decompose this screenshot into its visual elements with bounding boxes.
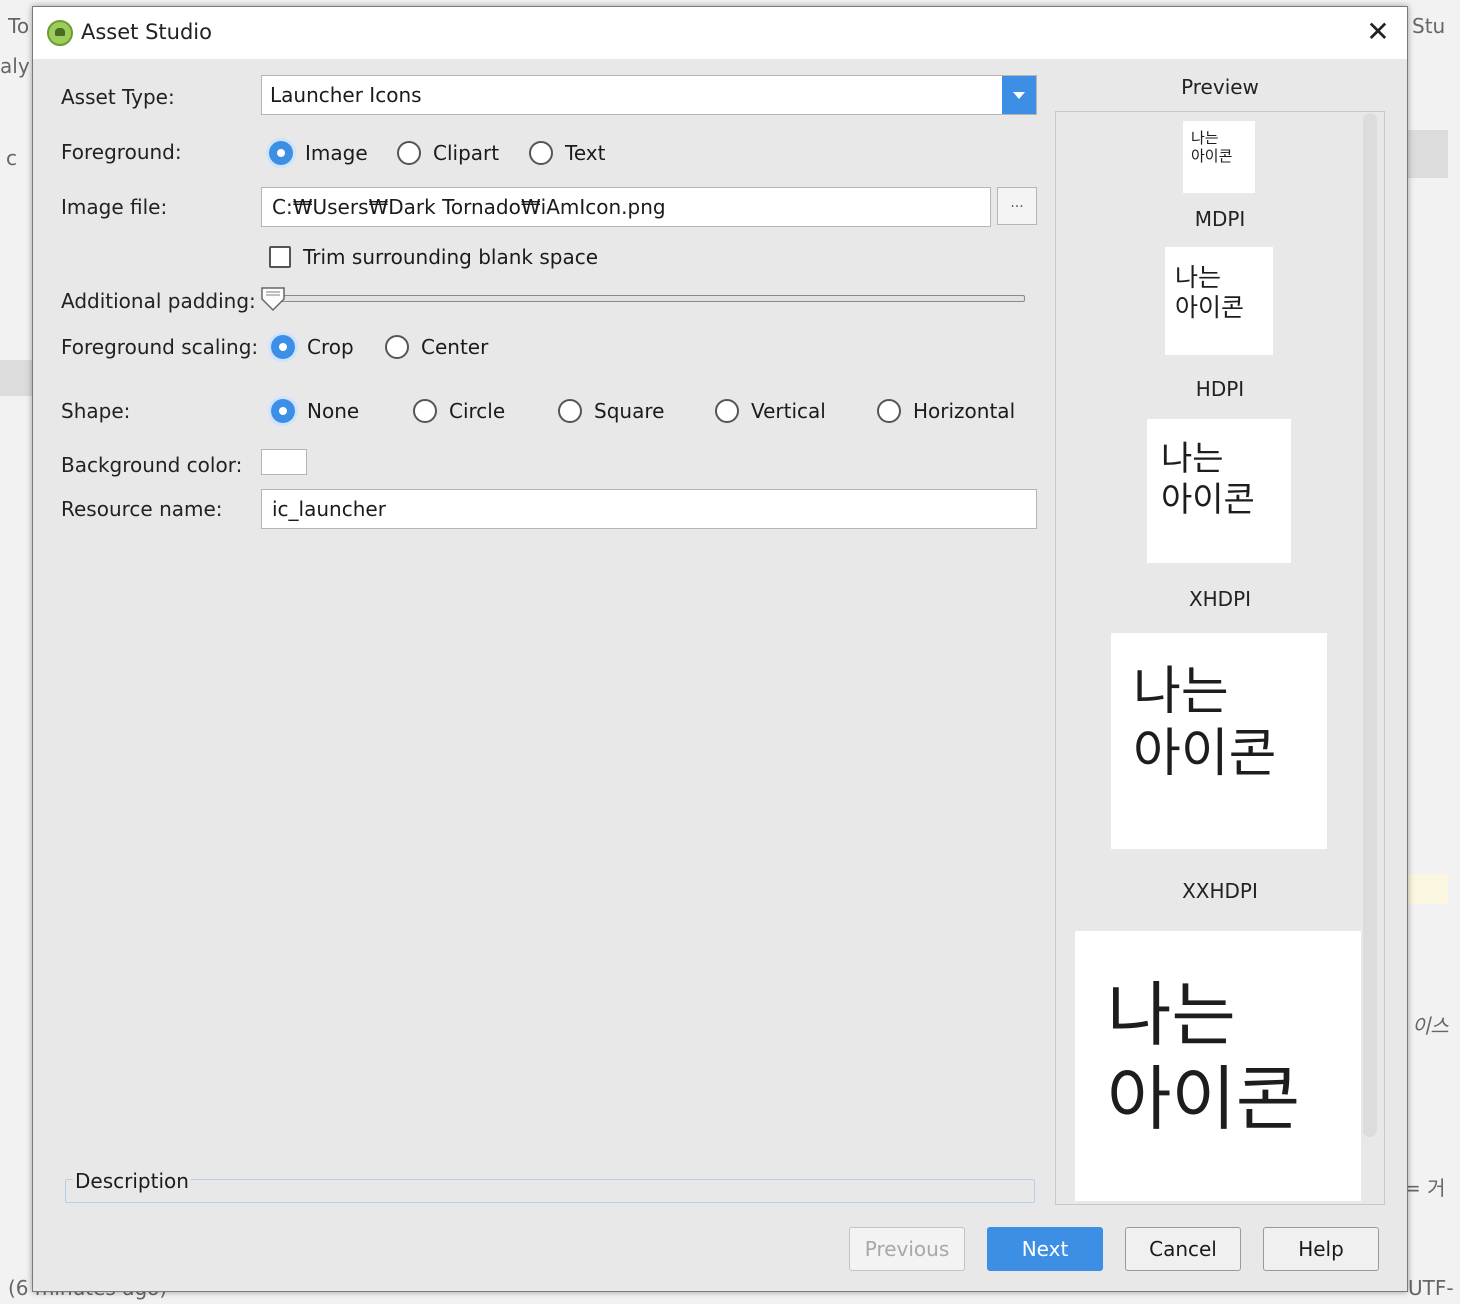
radio-label: Horizontal [913, 399, 1016, 423]
icon-text-line1: 나는 [1133, 662, 1229, 722]
scaling-label: Foreground scaling: [61, 335, 259, 359]
icon-preview-xxhdpi: 나는 아이콘 [1111, 633, 1327, 849]
close-icon[interactable]: ✕ [1361, 15, 1395, 49]
shape-none-radio[interactable]: None [271, 399, 359, 423]
density-label-xhdpi: XHDPI [1188, 587, 1252, 611]
radio-unchecked-icon [529, 141, 553, 165]
ide-text: 이스 [1412, 1014, 1449, 1038]
image-file-label: Image file: [61, 195, 168, 219]
icon-text-line1: 나는 [1175, 263, 1222, 292]
resource-name-input[interactable]: ic_launcher [261, 489, 1037, 529]
shape-circle-radio[interactable]: Circle [413, 399, 505, 423]
ide-text: c [6, 146, 17, 170]
preview-scrollbar[interactable] [1363, 113, 1377, 1137]
icon-text-line1: 나는 [1191, 129, 1219, 147]
ide-menu-text: To [8, 14, 30, 38]
asset-type-label: Asset Type: [61, 85, 175, 109]
foreground-label: Foreground: [61, 140, 182, 164]
asset-studio-dialog: Asset Studio ✕ Asset Type: Launcher Icon… [32, 6, 1408, 1292]
android-studio-icon [47, 20, 73, 46]
icon-preview-mdpi: 나는 아이콘 [1183, 121, 1255, 193]
foreground-text-radio[interactable]: Text [529, 141, 605, 165]
ide-highlight [1406, 874, 1448, 904]
radio-unchecked-icon [877, 399, 901, 423]
icon-preview-hdpi: 나는 아이콘 [1165, 247, 1273, 355]
help-button[interactable]: Help [1263, 1227, 1379, 1271]
trim-label: Trim surrounding blank space [303, 245, 599, 269]
icon-text-line2: 아이콘 [1107, 1058, 1301, 1140]
cancel-button[interactable]: Cancel [1125, 1227, 1241, 1271]
scaling-center-radio[interactable]: Center [385, 335, 488, 359]
ide-status-encoding: UTF- [1408, 1276, 1454, 1300]
radio-unchecked-icon [413, 399, 437, 423]
trim-checkbox[interactable]: Trim surrounding blank space [269, 245, 598, 269]
icon-text-line2: 아이콘 [1133, 724, 1277, 785]
asset-type-value: Launcher Icons [270, 83, 422, 107]
radio-label: Circle [449, 399, 506, 423]
padding-slider-track[interactable] [273, 295, 1025, 302]
dialog-title: Asset Studio [81, 20, 212, 44]
radio-unchecked-icon [397, 141, 421, 165]
radio-label: Image [305, 141, 368, 165]
ide-menu-text: Stu [1412, 14, 1446, 38]
next-button-label: Next [1021, 1237, 1069, 1261]
radio-checked-icon [271, 399, 295, 423]
description-title: Description [73, 1169, 191, 1193]
ide-text: aly [0, 54, 30, 78]
scaling-crop-radio[interactable]: Crop [271, 335, 354, 359]
next-button[interactable]: Next [987, 1227, 1103, 1271]
ide-sidebar-item [0, 360, 32, 396]
preview-title: Preview [1181, 75, 1259, 99]
image-file-input[interactable]: C:₩Users₩Dark Tornado₩iAmIcon.png [261, 187, 991, 227]
icon-preview-xxxhdpi: 나는 아이콘 [1075, 931, 1361, 1201]
foreground-clipart-radio[interactable]: Clipart [397, 141, 499, 165]
bg-color-label: Background color: [61, 453, 243, 477]
icon-text-line2: 아이콘 [1161, 479, 1255, 520]
dialog-titlebar: Asset Studio ✕ [33, 7, 1407, 59]
icon-text-line2: 아이콘 [1175, 293, 1245, 322]
icon-text-line1: 나는 [1161, 439, 1224, 479]
icon-preview-xhdpi: 나는 아이콘 [1147, 419, 1291, 563]
padding-label: Additional padding: [61, 289, 256, 313]
radio-unchecked-icon [385, 335, 409, 359]
density-label-xxhdpi: XXHDPI [1182, 879, 1258, 903]
chevron-down-icon[interactable] [1002, 76, 1036, 114]
radio-label: Square [594, 399, 665, 423]
icon-text-line2: 아이콘 [1191, 147, 1233, 165]
radio-label: Vertical [751, 399, 826, 423]
density-label-mdpi: MDPI [1194, 207, 1246, 231]
shape-label: Shape: [61, 399, 131, 423]
icon-text-line1: 나는 [1107, 974, 1236, 1056]
radio-unchecked-icon [558, 399, 582, 423]
bg-color-swatch[interactable] [261, 449, 307, 475]
ide-text: = 거 [1404, 1176, 1446, 1200]
foreground-image-radio[interactable]: Image [269, 141, 368, 165]
radio-checked-icon [271, 335, 295, 359]
radio-checked-icon [269, 141, 293, 165]
previous-button[interactable]: Previous [849, 1227, 965, 1271]
radio-label: Clipart [433, 141, 500, 165]
radio-label: Crop [307, 335, 354, 359]
asset-type-select[interactable]: Launcher Icons [261, 75, 1037, 115]
description-panel [65, 1179, 1035, 1203]
radio-unchecked-icon [715, 399, 739, 423]
checkbox-unchecked-icon [269, 246, 291, 268]
radio-label: Text [565, 141, 606, 165]
shape-square-radio[interactable]: Square [558, 399, 664, 423]
radio-label: Center [421, 335, 489, 359]
resource-name-label: Resource name: [61, 497, 223, 521]
padding-slider-thumb[interactable] [259, 285, 287, 313]
shape-vertical-radio[interactable]: Vertical [715, 399, 826, 423]
ide-toolbar [1406, 130, 1448, 178]
radio-label: None [307, 399, 360, 423]
shape-horizontal-radio[interactable]: Horizontal [877, 399, 1015, 423]
browse-button[interactable]: ... [997, 187, 1037, 225]
density-label-hdpi: HDPI [1195, 377, 1245, 401]
